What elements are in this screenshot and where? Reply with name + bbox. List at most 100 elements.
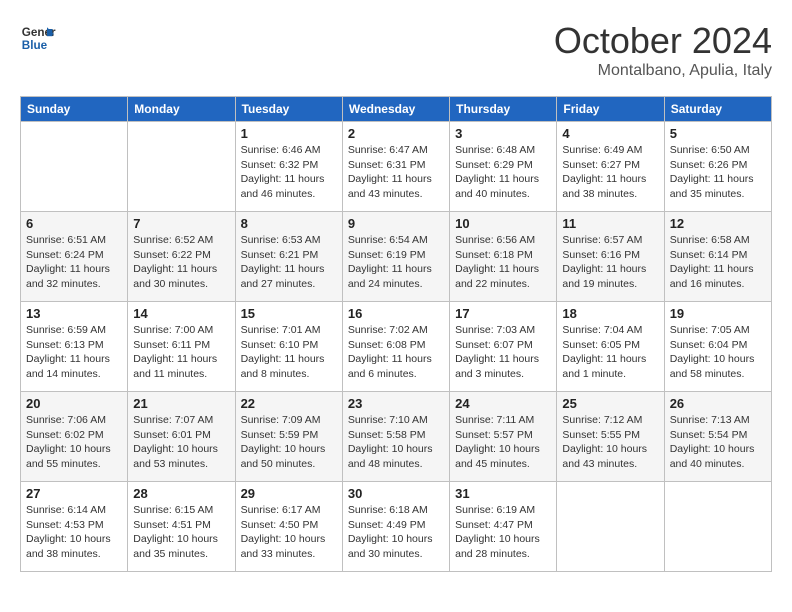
day-number: 15 bbox=[241, 306, 337, 321]
day-number: 30 bbox=[348, 486, 444, 501]
day-number: 2 bbox=[348, 126, 444, 141]
day-info: Sunrise: 7:00 AM Sunset: 6:11 PM Dayligh… bbox=[133, 323, 229, 382]
day-header-friday: Friday bbox=[557, 97, 664, 122]
day-info: Sunrise: 7:12 AM Sunset: 5:55 PM Dayligh… bbox=[562, 413, 658, 472]
calendar-week-3: 13Sunrise: 6:59 AM Sunset: 6:13 PM Dayli… bbox=[21, 302, 772, 392]
day-info: Sunrise: 7:07 AM Sunset: 6:01 PM Dayligh… bbox=[133, 413, 229, 472]
calendar-cell: 16 Sunrise: 7:02 AM Sunset: 6:08 PM Dayli… bbox=[342, 302, 449, 392]
day-number: 22 bbox=[241, 396, 337, 411]
calendar-week-5: 27Sunrise: 6:14 AM Sunset: 4:53 PM Dayli… bbox=[21, 482, 772, 572]
calendar-cell: 8Sunrise: 6:53 AM Sunset: 6:21 PM Daylig… bbox=[235, 212, 342, 302]
calendar-cell: 28 Sunrise: 6:15 AM Sunset: 4:51 PM Dayli… bbox=[128, 482, 235, 572]
calendar-cell: 24Sunrise: 7:11 AM Sunset: 5:57 PM Dayli… bbox=[450, 392, 557, 482]
day-number: 18 bbox=[562, 306, 658, 321]
calendar-cell bbox=[664, 482, 771, 572]
day-header-thursday: Thursday bbox=[450, 97, 557, 122]
day-info: Sunrise: 7:02 AM Sunset: 6:08 PM Dayligh… bbox=[348, 323, 444, 382]
calendar-cell: 11Sunrise: 6:57 AM Sunset: 6:16 PM Dayli… bbox=[557, 212, 664, 302]
day-info: Sunrise: 6:51 AM Sunset: 6:24 PM Dayligh… bbox=[26, 233, 122, 292]
calendar-cell: 9 Sunrise: 6:54 AM Sunset: 6:19 PM Daylig… bbox=[342, 212, 449, 302]
calendar-header-row: SundayMondayTuesdayWednesdayThursdayFrid… bbox=[21, 97, 772, 122]
day-info: Sunrise: 7:03 AM Sunset: 6:07 PM Dayligh… bbox=[455, 323, 551, 382]
calendar-cell: 7Sunrise: 6:52 AM Sunset: 6:22 PM Daylig… bbox=[128, 212, 235, 302]
calendar-cell: 29 Sunrise: 6:17 AM Sunset: 4:50 PM Dayli… bbox=[235, 482, 342, 572]
month-title: October 2024 bbox=[554, 20, 772, 62]
calendar-cell: 21 Sunrise: 7:07 AM Sunset: 6:01 PM Dayli… bbox=[128, 392, 235, 482]
day-info: Sunrise: 7:10 AM Sunset: 5:58 PM Dayligh… bbox=[348, 413, 444, 472]
day-info: Sunrise: 6:50 AM Sunset: 6:26 PM Dayligh… bbox=[670, 143, 766, 202]
day-header-tuesday: Tuesday bbox=[235, 97, 342, 122]
calendar-cell: 4 Sunrise: 6:49 AM Sunset: 6:27 PM Daylig… bbox=[557, 122, 664, 212]
day-number: 3 bbox=[455, 126, 551, 141]
calendar-cell: 23 Sunrise: 7:10 AM Sunset: 5:58 PM Dayli… bbox=[342, 392, 449, 482]
day-info: Sunrise: 6:49 AM Sunset: 6:27 PM Dayligh… bbox=[562, 143, 658, 202]
day-info: Sunrise: 6:17 AM Sunset: 4:50 PM Dayligh… bbox=[241, 503, 337, 562]
logo: General Blue bbox=[20, 20, 56, 56]
day-number: 16 bbox=[348, 306, 444, 321]
day-info: Sunrise: 6:57 AM Sunset: 6:16 PM Dayligh… bbox=[562, 233, 658, 292]
calendar-cell: 6 Sunrise: 6:51 AM Sunset: 6:24 PM Daylig… bbox=[21, 212, 128, 302]
day-number: 14 bbox=[133, 306, 229, 321]
title-block: October 2024 Montalbano, Apulia, Italy bbox=[554, 20, 772, 80]
day-number: 31 bbox=[455, 486, 551, 501]
calendar-cell: 13Sunrise: 6:59 AM Sunset: 6:13 PM Dayli… bbox=[21, 302, 128, 392]
calendar-week-1: 1 Sunrise: 6:46 AM Sunset: 6:32 PM Daylig… bbox=[21, 122, 772, 212]
day-number: 17 bbox=[455, 306, 551, 321]
calendar-cell: 10 Sunrise: 6:56 AM Sunset: 6:18 PM Dayli… bbox=[450, 212, 557, 302]
day-info: Sunrise: 6:15 AM Sunset: 4:51 PM Dayligh… bbox=[133, 503, 229, 562]
calendar-cell bbox=[21, 122, 128, 212]
day-info: Sunrise: 7:11 AM Sunset: 5:57 PM Dayligh… bbox=[455, 413, 551, 472]
day-info: Sunrise: 6:19 AM Sunset: 4:47 PM Dayligh… bbox=[455, 503, 551, 562]
day-header-monday: Monday bbox=[128, 97, 235, 122]
calendar-cell: 20Sunrise: 7:06 AM Sunset: 6:02 PM Dayli… bbox=[21, 392, 128, 482]
calendar-cell: 27Sunrise: 6:14 AM Sunset: 4:53 PM Dayli… bbox=[21, 482, 128, 572]
day-number: 12 bbox=[670, 216, 766, 231]
day-number: 13 bbox=[26, 306, 122, 321]
calendar-cell: 19 Sunrise: 7:05 AM Sunset: 6:04 PM Dayli… bbox=[664, 302, 771, 392]
day-header-saturday: Saturday bbox=[664, 97, 771, 122]
calendar-cell: 3 Sunrise: 6:48 AM Sunset: 6:29 PM Daylig… bbox=[450, 122, 557, 212]
calendar-cell: 26Sunrise: 7:13 AM Sunset: 5:54 PM Dayli… bbox=[664, 392, 771, 482]
day-number: 29 bbox=[241, 486, 337, 501]
logo-icon: General Blue bbox=[20, 20, 56, 56]
day-info: Sunrise: 7:05 AM Sunset: 6:04 PM Dayligh… bbox=[670, 323, 766, 382]
calendar-cell: 2 Sunrise: 6:47 AM Sunset: 6:31 PM Daylig… bbox=[342, 122, 449, 212]
day-number: 1 bbox=[241, 126, 337, 141]
day-info: Sunrise: 6:52 AM Sunset: 6:22 PM Dayligh… bbox=[133, 233, 229, 292]
day-info: Sunrise: 6:47 AM Sunset: 6:31 PM Dayligh… bbox=[348, 143, 444, 202]
calendar-cell: 31 Sunrise: 6:19 AM Sunset: 4:47 PM Dayli… bbox=[450, 482, 557, 572]
day-number: 4 bbox=[562, 126, 658, 141]
day-info: Sunrise: 6:14 AM Sunset: 4:53 PM Dayligh… bbox=[26, 503, 122, 562]
day-info: Sunrise: 6:46 AM Sunset: 6:32 PM Dayligh… bbox=[241, 143, 337, 202]
calendar-cell: 22Sunrise: 7:09 AM Sunset: 5:59 PM Dayli… bbox=[235, 392, 342, 482]
calendar-cell: 15Sunrise: 7:01 AM Sunset: 6:10 PM Dayli… bbox=[235, 302, 342, 392]
day-number: 9 bbox=[348, 216, 444, 231]
day-number: 23 bbox=[348, 396, 444, 411]
svg-text:Blue: Blue bbox=[22, 39, 48, 52]
day-info: Sunrise: 6:48 AM Sunset: 6:29 PM Dayligh… bbox=[455, 143, 551, 202]
day-info: Sunrise: 7:04 AM Sunset: 6:05 PM Dayligh… bbox=[562, 323, 658, 382]
calendar-cell: 18 Sunrise: 7:04 AM Sunset: 6:05 PM Dayli… bbox=[557, 302, 664, 392]
day-number: 25 bbox=[562, 396, 658, 411]
calendar-cell: 25 Sunrise: 7:12 AM Sunset: 5:55 PM Dayli… bbox=[557, 392, 664, 482]
day-info: Sunrise: 6:18 AM Sunset: 4:49 PM Dayligh… bbox=[348, 503, 444, 562]
day-number: 28 bbox=[133, 486, 229, 501]
day-number: 6 bbox=[26, 216, 122, 231]
day-info: Sunrise: 7:13 AM Sunset: 5:54 PM Dayligh… bbox=[670, 413, 766, 472]
day-number: 19 bbox=[670, 306, 766, 321]
calendar-week-4: 20Sunrise: 7:06 AM Sunset: 6:02 PM Dayli… bbox=[21, 392, 772, 482]
day-info: Sunrise: 6:56 AM Sunset: 6:18 PM Dayligh… bbox=[455, 233, 551, 292]
calendar-cell: 5Sunrise: 6:50 AM Sunset: 6:26 PM Daylig… bbox=[664, 122, 771, 212]
calendar-cell bbox=[128, 122, 235, 212]
calendar-week-2: 6 Sunrise: 6:51 AM Sunset: 6:24 PM Daylig… bbox=[21, 212, 772, 302]
calendar-cell: 30 Sunrise: 6:18 AM Sunset: 4:49 PM Dayli… bbox=[342, 482, 449, 572]
location: Montalbano, Apulia, Italy bbox=[554, 62, 772, 80]
day-number: 8 bbox=[241, 216, 337, 231]
day-number: 10 bbox=[455, 216, 551, 231]
day-header-wednesday: Wednesday bbox=[342, 97, 449, 122]
day-number: 20 bbox=[26, 396, 122, 411]
day-info: Sunrise: 6:54 AM Sunset: 6:19 PM Dayligh… bbox=[348, 233, 444, 292]
calendar-cell bbox=[557, 482, 664, 572]
page-header: General Blue October 2024 Montalbano, Ap… bbox=[20, 20, 772, 80]
day-number: 21 bbox=[133, 396, 229, 411]
